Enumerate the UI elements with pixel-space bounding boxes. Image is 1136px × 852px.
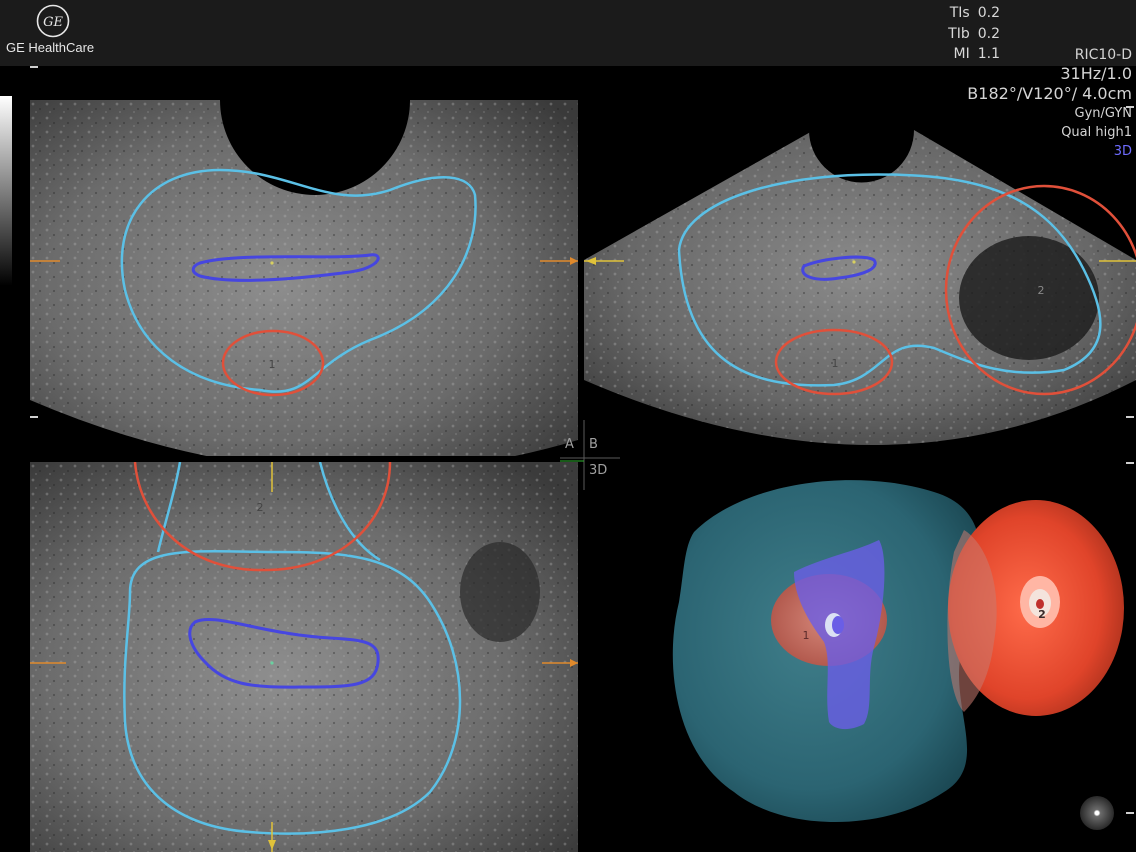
svg-text:GE: GE	[43, 15, 63, 30]
panel-b-transverse[interactable]: 1 2	[584, 130, 1136, 456]
panel-3d-render[interactable]: 2 1	[584, 462, 1136, 852]
quadrant-label-a[interactable]: A	[565, 437, 574, 452]
lesion-2-marker-c: 2	[257, 501, 264, 514]
tis-label: TIs	[949, 5, 970, 21]
panel-a-sagittal[interactable]: 1	[30, 100, 578, 456]
brand-text: GE HealthCare	[6, 40, 95, 55]
tis-value: 0.2	[977, 5, 1000, 21]
ge-healthcare-logo: GE GE HealthCare	[6, 4, 106, 64]
grayscale-bar	[0, 96, 12, 286]
frame-rate: 31Hz/1.0	[1060, 64, 1132, 83]
lesion-1-marker-b: 1	[832, 357, 839, 370]
tib-label: TIb	[948, 25, 970, 42]
top-bar: GE GE HealthCare TIs 0.2 TIb 0.2 MI 1.1	[0, 0, 1136, 66]
volume-geometry: B182°/V120°/ 4.0cm	[967, 84, 1132, 103]
mi-label: MI	[953, 46, 970, 62]
lesion-1-marker: 1	[269, 358, 276, 371]
lesion-2-marker-b: 2	[1038, 284, 1045, 297]
orientation-reference-icon[interactable]	[1080, 796, 1114, 830]
panel-c-coronal[interactable]: 2	[30, 462, 578, 852]
application-preset: Gyn/GYN	[1074, 106, 1132, 121]
ge-monogram-icon: GE	[36, 4, 70, 38]
probe-name: RIC10-D	[1074, 47, 1132, 63]
lesion-1-marker-3d: 1	[803, 629, 810, 642]
tib-value: 0.2	[977, 25, 1000, 42]
lesion-2-marker-3d: 2	[1038, 608, 1046, 621]
quadrant-label-b[interactable]: B	[589, 437, 598, 452]
